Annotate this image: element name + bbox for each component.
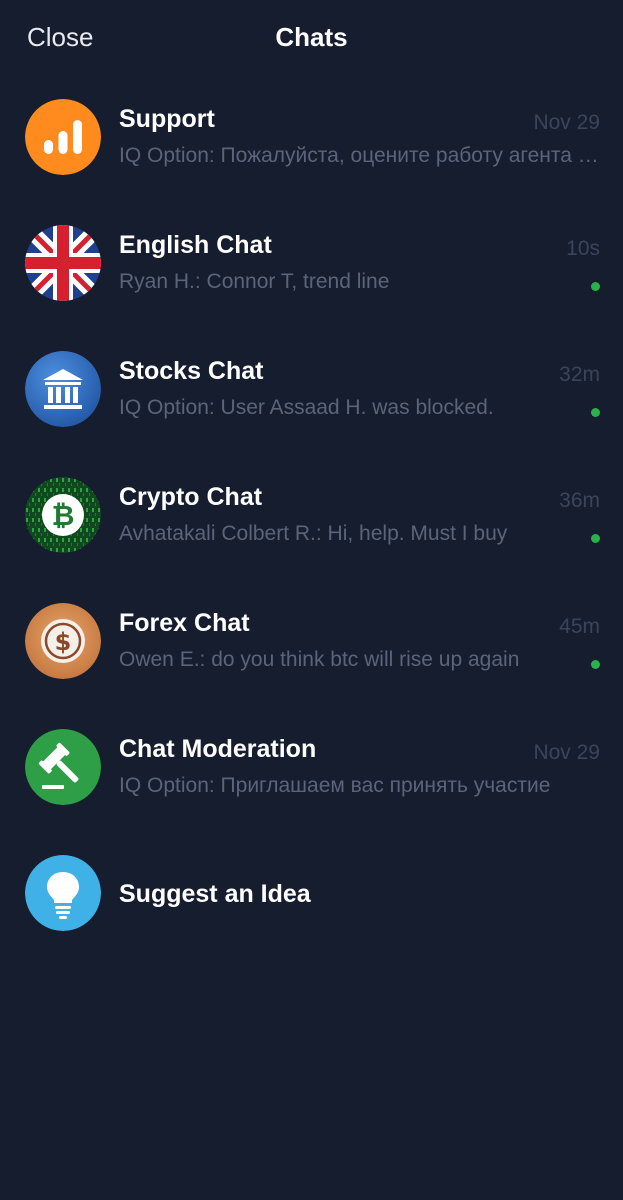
chat-item-crypto[interactable]: ₿ Crypto Chat 36m Avhatakali Colbert R.:… <box>0 454 623 580</box>
chat-time: 32m <box>559 363 600 386</box>
chat-preview: Avhatakali Colbert R.: Hi, help. Must I … <box>119 522 508 545</box>
online-indicator <box>591 534 600 543</box>
gavel-icon <box>25 729 101 805</box>
dollar-coin-icon: $ <box>25 603 101 679</box>
chat-item-forex[interactable]: $ Forex Chat 45m Owen E.: do you think b… <box>0 580 623 706</box>
svg-text:$: $ <box>55 628 72 656</box>
chat-time: 10s <box>566 237 600 260</box>
header: Close Chats <box>0 0 623 76</box>
suggest-idea-item[interactable]: Suggest an Idea <box>0 832 623 958</box>
online-indicator <box>591 408 600 417</box>
chat-name: Support <box>119 105 215 133</box>
close-button[interactable]: Close <box>27 22 93 52</box>
online-indicator <box>591 660 600 669</box>
chat-name: English Chat <box>119 231 272 259</box>
chat-name: Stocks Chat <box>119 357 264 385</box>
bar-chart-icon <box>25 99 101 175</box>
chat-time: Nov 29 <box>533 111 600 134</box>
chat-name: Crypto Chat <box>119 483 263 511</box>
chat-item-stocks[interactable]: Stocks Chat 32m IQ Option: User Assaad H… <box>0 328 623 454</box>
chat-preview: IQ Option: Приглашаем вас принять участи… <box>119 774 551 797</box>
chat-name: Chat Moderation <box>119 735 317 763</box>
chat-item-moderation[interactable]: Chat Moderation Nov 29 IQ Option: Пригла… <box>0 706 623 832</box>
chat-time: 36m <box>559 489 600 512</box>
chat-list: Support Nov 29 IQ Option: Пожалуйста, оц… <box>0 76 623 958</box>
chat-preview: IQ Option: Пожалуйста, оцените работу аг… <box>119 144 601 167</box>
online-indicator <box>591 282 600 291</box>
bitcoin-icon: ₿ <box>25 477 101 553</box>
chat-item-support[interactable]: Support Nov 29 IQ Option: Пожалуйста, оц… <box>0 76 623 202</box>
chat-time: 45m <box>559 615 600 638</box>
chat-preview: Owen E.: do you think btc will rise up a… <box>119 648 520 671</box>
chat-preview: IQ Option: User Assaad H. was blocked. <box>119 396 494 419</box>
chat-preview: Ryan H.: Connor T, trend line <box>119 270 390 293</box>
chat-time: Nov 29 <box>533 741 600 764</box>
chat-item-english[interactable]: English Chat 10s Ryan H.: Connor T, tren… <box>0 202 623 328</box>
suggest-idea-label: Suggest an Idea <box>119 880 311 908</box>
bank-building-icon <box>25 351 101 427</box>
uk-flag-icon <box>25 225 101 301</box>
lightbulb-icon <box>25 855 101 931</box>
svg-text:₿: ₿ <box>52 499 75 532</box>
chat-name: Forex Chat <box>119 609 250 637</box>
